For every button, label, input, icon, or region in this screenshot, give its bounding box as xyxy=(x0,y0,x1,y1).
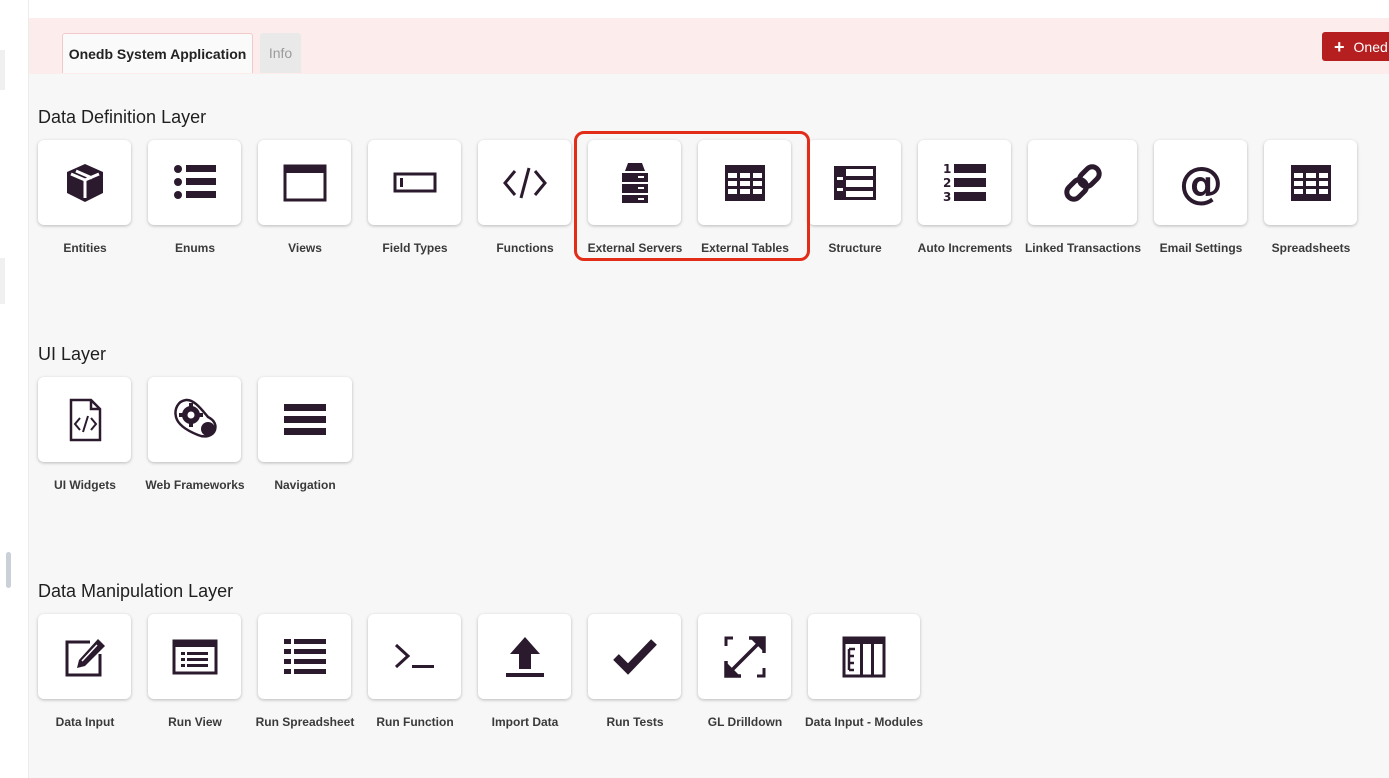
svg-text:@: @ xyxy=(1179,160,1223,206)
add-button-label: Oned xyxy=(1353,38,1388,55)
table-icon xyxy=(724,164,765,201)
scrollbar-thumb[interactable] xyxy=(6,552,11,588)
link-icon xyxy=(1063,163,1102,202)
text-field-icon xyxy=(393,172,436,192)
plus-icon: + xyxy=(1334,36,1345,57)
tile-label: Linked Transactions xyxy=(1024,241,1142,255)
edit-icon xyxy=(65,638,105,676)
check-icon xyxy=(612,638,657,675)
tile-auto-increments[interactable]: 123 Auto Increments xyxy=(918,140,1028,265)
numbered-list-icon: 123 xyxy=(943,162,986,204)
tile-spreadsheets[interactable]: Spreadsheets xyxy=(1264,140,1374,265)
menu-bars-icon xyxy=(284,403,326,435)
section-title-ui-layer: UI Layer xyxy=(38,344,107,364)
cube-icon xyxy=(66,163,103,202)
window-icon xyxy=(283,164,326,201)
tab-onedb-system-application[interactable]: Onedb System Application xyxy=(62,33,253,73)
tile-label: Data Input - Modules xyxy=(805,715,923,729)
gears-icon xyxy=(173,398,217,438)
svg-text:1: 1 xyxy=(943,162,951,176)
tab-bar: Onedb System Application Info + Oned xyxy=(29,18,1389,74)
section-title-data-manipulation: Data Manipulation Layer xyxy=(38,581,234,601)
spreadsheet-icon xyxy=(1290,164,1331,201)
structure-icon xyxy=(833,165,876,200)
server-icon xyxy=(621,162,648,203)
code-file-icon xyxy=(69,398,101,441)
rail-shade xyxy=(0,258,5,304)
tile-label: Auto Increments xyxy=(917,241,1013,255)
code-icon xyxy=(502,167,547,198)
terminal-icon xyxy=(394,643,434,668)
svg-text:3: 3 xyxy=(943,190,951,204)
rail-shade xyxy=(0,50,5,90)
list-icon xyxy=(173,164,216,199)
tile-label: GL Drilldown xyxy=(707,715,783,729)
columns-icon xyxy=(842,636,886,677)
tile-label: Spreadsheets xyxy=(1271,241,1351,255)
tile-linked-transactions[interactable]: Linked Transactions xyxy=(1025,140,1141,265)
main-panel: Onedb System Application Info + Oned Dat… xyxy=(29,18,1389,778)
tile-data-input-modules[interactable]: Data Input - Modules xyxy=(805,614,923,739)
add-button[interactable]: + Oned xyxy=(1322,32,1389,61)
expand-arrows-icon xyxy=(723,635,766,678)
section-title-data-definition: Data Definition Layer xyxy=(38,107,207,127)
svg-text:2: 2 xyxy=(943,176,951,190)
list-icon xyxy=(283,638,326,674)
left-rail xyxy=(0,0,29,778)
at-sign-icon: @ xyxy=(1179,160,1223,206)
upload-icon xyxy=(505,636,544,677)
tab-info[interactable]: Info xyxy=(260,33,301,73)
list-window-icon xyxy=(172,639,217,674)
tile-label: Navigation xyxy=(274,478,336,492)
tile-gl-drilldown[interactable]: GL Drilldown xyxy=(698,614,808,739)
tile-navigation[interactable]: Navigation xyxy=(258,377,368,502)
